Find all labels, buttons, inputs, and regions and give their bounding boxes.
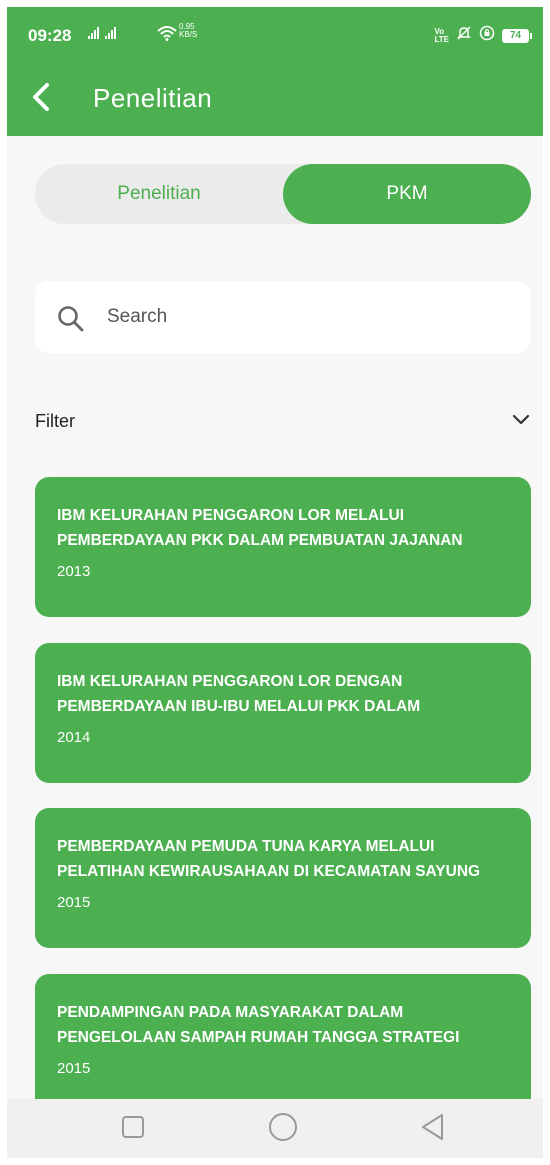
chevron-left-icon [31, 82, 51, 117]
list-item[interactable]: PEMBERDAYAAN PEMUDA TUNA KARYA MELALUI P… [35, 808, 531, 948]
tab-switcher: Penelitian PKM [35, 164, 531, 224]
filter-label: Filter [35, 410, 75, 431]
item-title: IBM KELURAHAN PENGGARON LOR DENGAN PEMBE… [57, 673, 421, 715]
volte-icon: Vo LTE [434, 27, 449, 44]
home-button[interactable] [265, 1111, 301, 1147]
item-year: 2015 [57, 1060, 91, 1077]
nav-back-button[interactable] [415, 1111, 451, 1147]
item-year: 2015 [57, 894, 91, 911]
triangle-back-icon [420, 1113, 446, 1146]
net-speed: 0.95 KB/S [179, 23, 197, 39]
search-input[interactable] [107, 281, 507, 353]
list-item[interactable]: IBM KELURAHAN PENGGARON LOR MELALUI PEMB… [35, 477, 531, 617]
item-title: PEMBERDAYAAN PEMUDA TUNA KARYA MELALUI P… [57, 838, 481, 880]
bell-off-icon [456, 25, 472, 46]
battery-level: 74 [509, 30, 522, 41]
circle-icon [268, 1112, 298, 1147]
status-icons: Vo LTE 74 [434, 25, 532, 46]
tab-pkm[interactable]: PKM [283, 164, 531, 224]
battery-icon: 74 [502, 28, 532, 43]
list-item[interactable]: PENDAMPINGAN PADA MASYARAKAT DALAM PENGE… [35, 974, 531, 1114]
lock-rotation-icon [479, 25, 495, 46]
app-screen: 09:28 0.95 KB/S Vo LTE 74 Penelitian Pen… [7, 7, 543, 1158]
square-icon [121, 1115, 145, 1144]
status-bar: 09:28 0.95 KB/S Vo LTE 74 [7, 7, 543, 65]
filter-toggle[interactable]: Filter [35, 401, 531, 441]
list-item[interactable]: IBM KELURAHAN PENGGARON LOR DENGAN PEMBE… [35, 643, 531, 783]
item-year: 2014 [57, 729, 91, 746]
back-button[interactable] [21, 79, 61, 119]
search-icon [57, 305, 85, 338]
page-title: Penelitian [93, 83, 213, 113]
app-bar: Penelitian [7, 65, 543, 136]
item-title: PENDAMPINGAN PADA MASYARAKAT DALAM PENGE… [57, 1004, 460, 1046]
volte-bottom: LTE [434, 34, 449, 44]
item-title: IBM KELURAHAN PENGGARON LOR MELALUI PEMB… [57, 507, 463, 549]
search-bar [35, 281, 531, 353]
net-speed-unit: KB/S [179, 30, 198, 39]
wifi-icon [157, 25, 177, 46]
signal-icon [88, 27, 116, 39]
recents-button[interactable] [115, 1111, 151, 1147]
item-year: 2013 [57, 563, 91, 580]
chevron-down-icon [511, 412, 531, 431]
status-time: 09:28 [28, 26, 72, 45]
system-nav-bar [7, 1099, 543, 1158]
tab-penelitian[interactable]: Penelitian [35, 164, 283, 224]
